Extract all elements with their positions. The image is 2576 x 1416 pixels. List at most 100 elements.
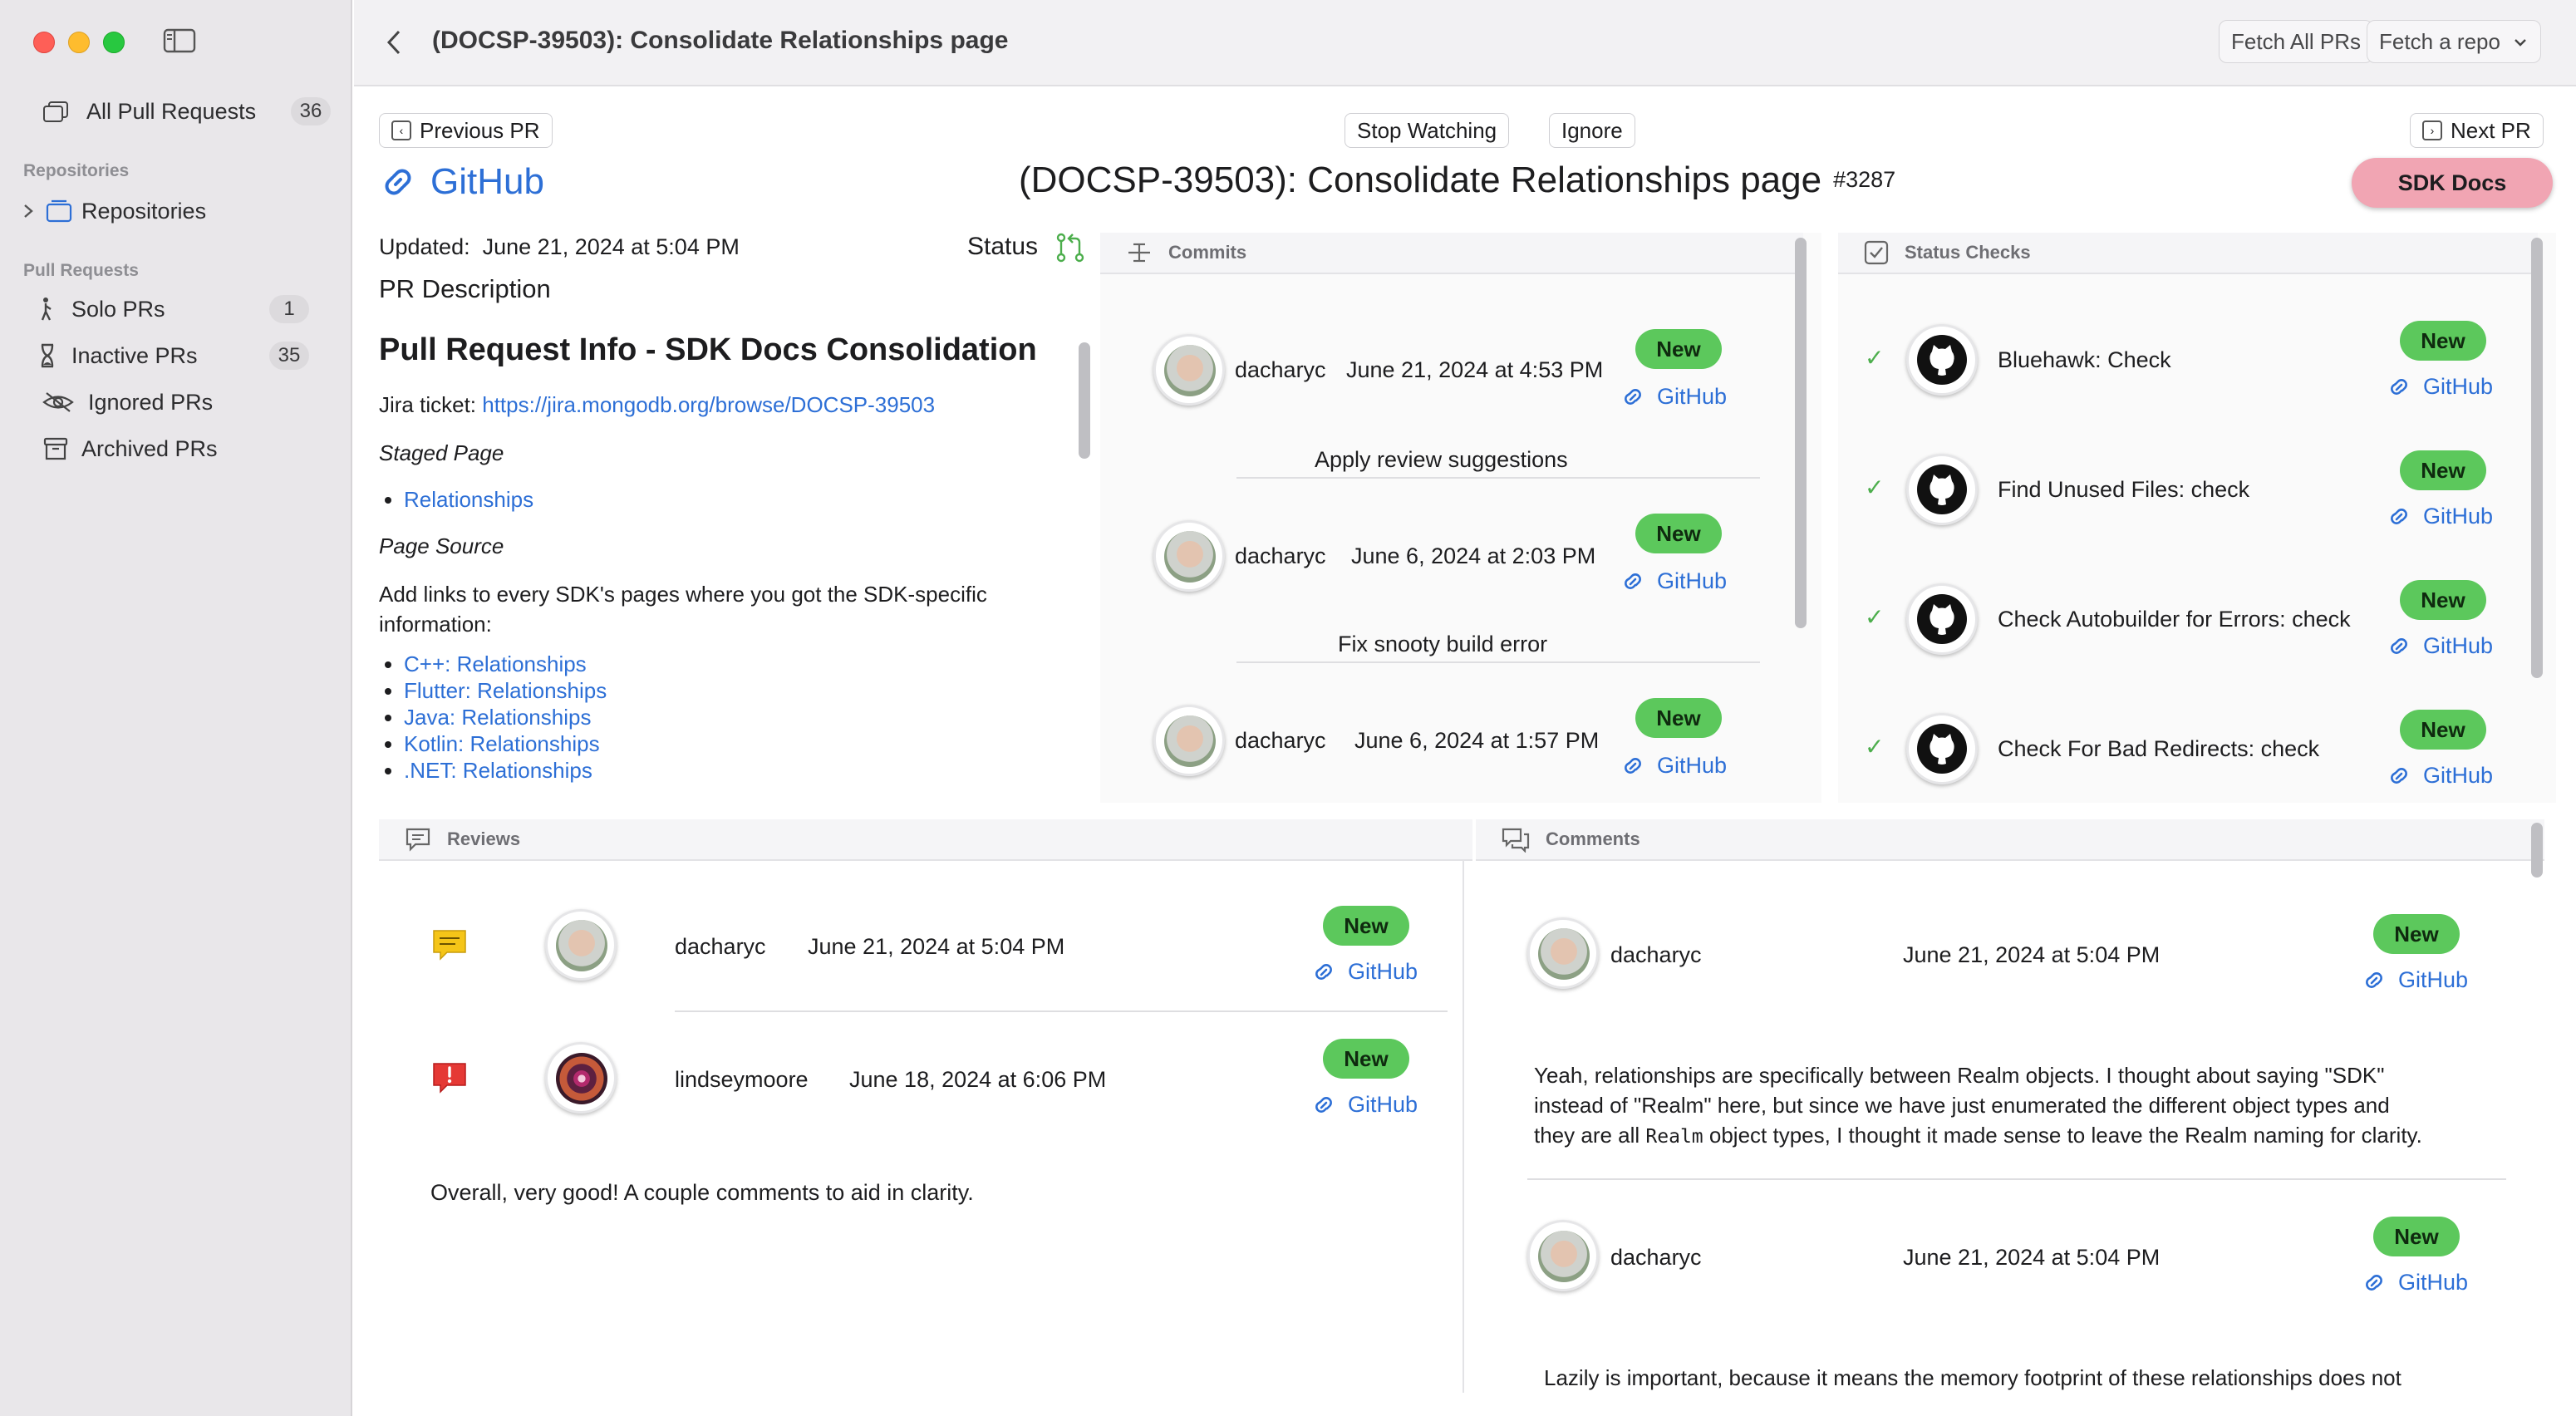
source-link[interactable]: Flutter: Relationships [404,678,607,703]
review-bubble-icon [406,828,430,852]
updated-label: Updated: [379,234,470,259]
commit-github-link[interactable]: GitHub [1620,384,1727,410]
avatar [545,909,617,981]
github-octocat-icon [1906,454,1978,525]
chevron-right-icon[interactable] [18,197,38,225]
sidebar-item-solo-prs[interactable]: Solo PRs 1 [0,286,352,332]
sidebar-toggle-icon[interactable] [163,28,196,53]
comments-scrollbar[interactable] [2531,823,2543,878]
comment-date: June 21, 2024 at 5:04 PM [1903,1245,2161,1270]
commit-github-link[interactable]: GitHub [1620,568,1727,594]
commit-message: Apply review suggestions [1315,447,1568,472]
comment-text: object types, I thought it made sense to… [1703,1123,2422,1148]
link-icon [2366,971,2382,988]
github-octocat-icon [1906,713,1978,784]
new-badge: New [2400,710,2486,750]
commit-github-link[interactable]: GitHub [1620,753,1727,779]
sidebar-item-archived-prs[interactable]: Archived PRs [0,425,352,472]
zoom-window-button[interactable] [103,32,125,53]
divider [1236,661,1760,663]
check-github-link[interactable]: GitHub [2387,763,2493,789]
avatar [1527,917,1599,989]
fetch-repo-dropdown[interactable]: Fetch a repo [2367,20,2541,63]
commit-author: dacharyc [1235,357,1326,382]
link-icon [1625,573,1641,589]
sidebar-item-inactive-prs[interactable]: Inactive PRs 35 [0,332,352,379]
github-octocat-icon [1906,324,1978,396]
updated-timestamp: Updated: June 21, 2024 at 5:04 PM [379,234,740,260]
link-icon [2391,378,2407,395]
new-badge: New [2373,914,2460,954]
jira-link[interactable]: https://jira.mongodb.org/browse/DOCSP-39… [482,392,935,417]
description-heading: Pull Request Info - SDK Docs Consolidati… [379,332,1037,367]
divider [1236,477,1760,479]
commit-date: June 6, 2024 at 2:03 PM [1351,543,1596,568]
comment-date: June 21, 2024 at 5:04 PM [1903,942,2161,967]
fetch-all-prs-button[interactable]: Fetch All PRs [2219,20,2374,63]
review-github-link[interactable]: GitHub [1311,1092,1418,1118]
repo-badge[interactable]: SDK Docs [2352,158,2553,208]
check-name: Bluehawk: Check [1998,347,2171,372]
minimize-window-button[interactable] [68,32,90,53]
checks-scrollbar[interactable] [2531,238,2543,678]
checkmark-icon: ✓ [1865,604,1885,630]
comment-text: they are all [1534,1123,1646,1148]
list-item: .NET: Relationships [404,757,1085,784]
new-badge: New [2400,321,2486,361]
source-link[interactable]: .NET: Relationships [404,758,592,783]
stop-watching-button[interactable]: Stop Watching [1345,113,1510,148]
page-source-label: Page Source [379,533,504,558]
comment-body: Lazily is important, because it means th… [1544,1363,2533,1393]
sidebar-item-repositories[interactable]: Repositories [0,188,352,234]
source-link[interactable]: Java: Relationships [404,705,591,730]
commits-scrollbar[interactable] [1795,238,1807,628]
new-badge: New [1635,329,1722,369]
close-window-button[interactable] [33,32,55,53]
review-github-link[interactable]: GitHub [1311,959,1418,985]
previous-pr-button[interactable]: ‹ Previous PR [379,113,553,148]
description-scrollbar[interactable] [1079,342,1090,459]
staged-link[interactable]: Relationships [404,487,533,512]
github-link-label: GitHub [2423,763,2494,788]
status-checks-header: Status Checks [1838,233,2538,274]
next-pr-button[interactable]: › Next PR [2410,113,2544,148]
check-name: Check For Bad Redirects: check [1998,736,2320,761]
link-icon [1315,963,1332,980]
check-github-link[interactable]: GitHub [2387,504,2493,529]
avatar [1153,520,1225,592]
link-icon [2391,767,2407,784]
check-github-link[interactable]: GitHub [2387,374,2493,400]
commit-author: dacharyc [1235,543,1326,568]
sidebar-item-label: Inactive PRs [71,342,198,368]
source-link[interactable]: Kotlin: Relationships [404,731,600,756]
github-octocat-icon [1906,583,1978,655]
back-chevron-icon[interactable] [379,27,409,58]
jira-line: Jira ticket: https://jira.mongodb.org/br… [379,390,1085,420]
stack-icon [43,101,68,122]
sidebar-item-all-prs[interactable]: All Pull Requests 36 [0,88,352,135]
check-github-link[interactable]: GitHub [2387,633,2493,659]
github-link-label: GitHub [430,161,544,202]
github-link-label: GitHub [2398,967,2469,992]
arrow-right-box-icon: › [2422,120,2442,140]
archive-box-icon [43,437,68,460]
source-list: C++: Relationships Flutter: Relationship… [404,651,1085,784]
next-pr-label: Next PR [2451,118,2531,143]
github-link-label: GitHub [1657,753,1728,778]
ignore-button[interactable]: Ignore [1549,113,1635,148]
sidebar-item-ignored-prs[interactable]: Ignored PRs [0,379,352,425]
window-title: (DOCSP-39503): Consolidate Relationships… [432,27,1009,54]
review-date: June 21, 2024 at 5:04 PM [808,934,1065,959]
checkbox-icon [1864,240,1889,265]
staged-list: Relationships [404,486,1085,513]
comment-author: dacharyc [1610,1245,1702,1270]
github-link[interactable]: GitHub [379,161,544,203]
github-link-label: GitHub [2423,374,2494,399]
avatar [545,1042,617,1114]
list-item: Kotlin: Relationships [404,730,1085,757]
comment-github-link[interactable]: GitHub [2362,1270,2468,1296]
jira-prefix: Jira ticket: [379,392,483,417]
comment-github-link[interactable]: GitHub [2362,967,2468,993]
github-link-label: GitHub [2398,1270,2469,1295]
source-link[interactable]: C++: Relationships [404,651,587,676]
